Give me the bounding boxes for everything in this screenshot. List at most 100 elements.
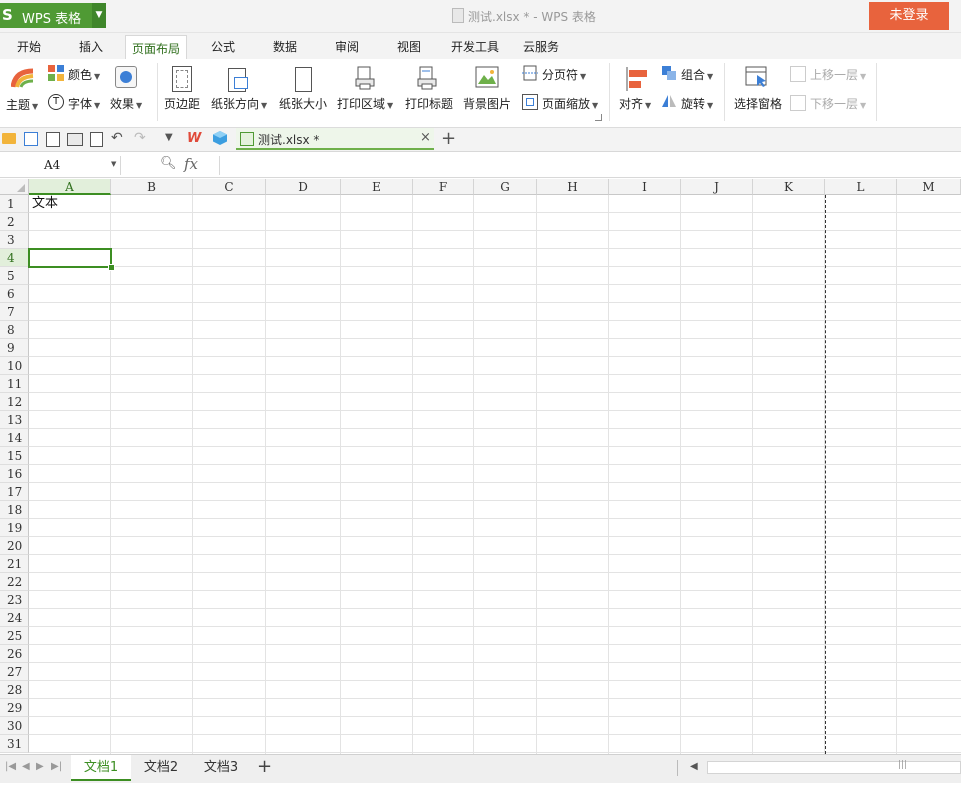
row-header-24[interactable]: 24 — [0, 609, 29, 627]
column-header-j[interactable]: J — [681, 179, 753, 195]
new-tab-icon[interactable]: + — [441, 128, 456, 149]
row-header-27[interactable]: 27 — [0, 663, 29, 681]
row-header-6[interactable]: 6 — [0, 285, 29, 303]
wps-home-icon[interactable]: W — [187, 131, 201, 146]
select-all-corner[interactable] — [0, 179, 29, 195]
print-area-button[interactable]: 打印区域 ▼ — [337, 95, 393, 112]
group-button[interactable]: 组合 ▼ — [681, 66, 713, 83]
row-header-2[interactable]: 2 — [0, 213, 29, 231]
app-menu-button[interactable]: S WPS 表格 — [0, 3, 92, 28]
column-header-m[interactable]: M — [897, 179, 961, 195]
column-header-e[interactable]: E — [341, 179, 413, 195]
row-header-16[interactable]: 16 — [0, 465, 29, 483]
font-button[interactable]: 字体 ▼ — [68, 95, 100, 112]
row-header-3[interactable]: 3 — [0, 231, 29, 249]
tab-developer[interactable]: 开发工具 — [451, 38, 499, 55]
column-header-b[interactable]: B — [111, 179, 193, 195]
theme-button[interactable]: 主题 ▼ — [6, 96, 38, 113]
name-box-dropdown-icon[interactable]: ▼ — [111, 160, 116, 168]
align-button[interactable]: 对齐 ▼ — [619, 95, 651, 112]
margins-button[interactable]: 页边距 — [164, 95, 200, 112]
row-header-18[interactable]: 18 — [0, 501, 29, 519]
column-header-c[interactable]: C — [193, 179, 266, 195]
tab-formulas[interactable]: 公式 — [211, 38, 235, 55]
background-image-button[interactable]: 背景图片 — [463, 95, 511, 112]
column-header-a[interactable]: A — [29, 179, 111, 195]
row-header-12[interactable]: 12 — [0, 393, 29, 411]
dialog-launcher-icon[interactable] — [595, 114, 602, 121]
first-sheet-icon[interactable]: |◀ — [5, 761, 16, 772]
tab-review[interactable]: 审阅 — [335, 38, 359, 55]
column-header-d[interactable]: D — [266, 179, 341, 195]
row-header-22[interactable]: 22 — [0, 573, 29, 591]
column-header-i[interactable]: I — [609, 179, 681, 195]
page-break-button[interactable]: 分页符 ▼ — [542, 66, 586, 83]
column-header-g[interactable]: G — [474, 179, 537, 195]
row-header-21[interactable]: 21 — [0, 555, 29, 573]
column-header-l[interactable]: L — [825, 179, 897, 195]
last-sheet-icon[interactable]: ▶| — [51, 761, 62, 772]
row-header-9[interactable]: 9 — [0, 339, 29, 357]
insert-function-icon[interactable]: fx — [184, 155, 198, 173]
row-header-15[interactable]: 15 — [0, 447, 29, 465]
row-header-14[interactable]: 14 — [0, 429, 29, 447]
column-header-h[interactable]: H — [537, 179, 609, 195]
color-button[interactable]: 颜色 ▼ — [68, 66, 100, 83]
save-icon[interactable] — [24, 132, 38, 146]
row-header-1[interactable]: 1 — [0, 195, 29, 213]
redo-icon[interactable]: ↷ — [134, 130, 146, 146]
row-header-7[interactable]: 7 — [0, 303, 29, 321]
tab-view[interactable]: 视图 — [397, 38, 421, 55]
row-header-13[interactable]: 13 — [0, 411, 29, 429]
row-header-20[interactable]: 20 — [0, 537, 29, 555]
prev-sheet-icon[interactable]: ◀ — [22, 761, 30, 772]
print-preview-icon[interactable] — [90, 132, 103, 147]
tab-home[interactable]: 开始 — [17, 38, 41, 55]
row-header-10[interactable]: 10 — [0, 357, 29, 375]
row-header-30[interactable]: 30 — [0, 717, 29, 735]
cube-icon[interactable] — [213, 131, 227, 145]
page-zoom-button[interactable]: 页面缩放 ▼ — [542, 95, 598, 112]
app-menu-dropdown-icon[interactable]: ▼ — [92, 3, 106, 28]
print-titles-button[interactable]: 打印标题 — [405, 95, 453, 112]
row-header-29[interactable]: 29 — [0, 699, 29, 717]
bring-forward-button[interactable]: 上移一层 ▼ — [810, 66, 866, 83]
tab-page-layout[interactable]: 页面布局 — [125, 35, 188, 59]
selection-pane-button[interactable]: 选择窗格 — [734, 95, 782, 112]
undo-icon[interactable]: ↶ — [111, 130, 123, 146]
row-header-25[interactable]: 25 — [0, 627, 29, 645]
scroll-left-icon[interactable]: ◀ — [690, 761, 698, 772]
name-box[interactable]: A4 ▼ — [0, 156, 121, 175]
row-header-31[interactable]: 31 — [0, 735, 29, 753]
fill-handle[interactable] — [108, 264, 115, 271]
row-header-8[interactable]: 8 — [0, 321, 29, 339]
orientation-button[interactable]: 纸张方向 ▼ — [211, 95, 267, 112]
open-folder-icon[interactable] — [2, 133, 16, 144]
row-header-26[interactable]: 26 — [0, 645, 29, 663]
tab-insert[interactable]: 插入 — [79, 38, 103, 55]
row-header-28[interactable]: 28 — [0, 681, 29, 699]
sheet-tab-2[interactable]: 文档2 — [131, 755, 191, 781]
row-header-17[interactable]: 17 — [0, 483, 29, 501]
column-header-k[interactable]: K — [753, 179, 825, 195]
selected-cell[interactable] — [28, 248, 112, 268]
column-header-f[interactable]: F — [413, 179, 474, 195]
row-header-11[interactable]: 11 — [0, 375, 29, 393]
row-header-19[interactable]: 19 — [0, 519, 29, 537]
tab-data[interactable]: 数据 — [273, 38, 297, 55]
row-header-4[interactable]: 4 — [0, 249, 29, 267]
customize-toolbar-icon[interactable]: ▼ — [165, 132, 173, 143]
send-backward-button[interactable]: 下移一层 ▼ — [810, 95, 866, 112]
next-sheet-icon[interactable]: ▶ — [36, 761, 44, 772]
close-tab-icon[interactable]: × — [420, 130, 431, 145]
rotate-button[interactable]: 旋转 ▼ — [681, 95, 713, 112]
print-icon[interactable] — [67, 133, 83, 146]
document-tab[interactable]: 测试.xlsx * × — [236, 128, 434, 150]
sheet-tab-3[interactable]: 文档3 — [191, 755, 251, 781]
horizontal-scrollbar[interactable]: ||| — [707, 760, 961, 774]
paper-size-button[interactable]: 纸张大小 — [279, 95, 327, 112]
add-sheet-icon[interactable]: + — [257, 756, 272, 777]
row-header-5[interactable]: 5 — [0, 267, 29, 285]
sheet-tab-1[interactable]: 文档1 — [71, 755, 131, 781]
row-header-23[interactable]: 23 — [0, 591, 29, 609]
